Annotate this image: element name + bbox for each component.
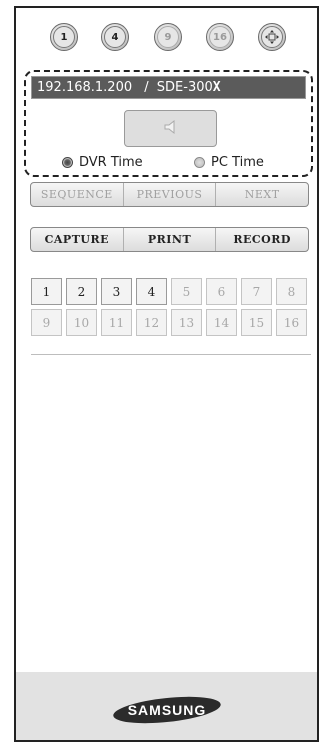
separator: / bbox=[144, 80, 149, 95]
layout-4-label: 4 bbox=[104, 26, 126, 48]
samsung-logo: SAMSUNG bbox=[113, 696, 221, 724]
model-suffix: X bbox=[212, 80, 221, 95]
next-button[interactable]: NEXT bbox=[215, 183, 308, 206]
dvr-time-radio[interactable]: DVR Time bbox=[62, 155, 143, 170]
channel-button[interactable]: 6 bbox=[206, 278, 237, 305]
channel-button[interactable]: 5 bbox=[171, 278, 202, 305]
pc-time-radio-dot bbox=[194, 157, 205, 168]
previous-button[interactable]: PREVIOUS bbox=[122, 183, 216, 206]
channel-button[interactable]: 16 bbox=[276, 309, 307, 336]
action-bar: CAPTURE PRINT RECORD bbox=[30, 227, 309, 252]
record-button[interactable]: RECORD bbox=[215, 228, 308, 251]
layout-9-button[interactable]: 9 bbox=[154, 23, 182, 51]
ip-address: 192.168.1.200 bbox=[37, 80, 133, 95]
brand-text: SAMSUNG bbox=[128, 702, 207, 718]
layout-4-button[interactable]: 4 bbox=[101, 23, 129, 51]
model-name: SDE-300 bbox=[156, 80, 213, 95]
channel-button[interactable]: 3 bbox=[101, 278, 132, 305]
layout-16-label: 16 bbox=[209, 26, 231, 48]
playback-bar: SEQUENCE PREVIOUS NEXT bbox=[30, 182, 309, 207]
pc-time-label: PC Time bbox=[211, 155, 264, 170]
print-button[interactable]: PRINT bbox=[122, 228, 216, 251]
fullscreen-arrows-icon bbox=[261, 26, 283, 48]
dvr-time-label: DVR Time bbox=[79, 155, 143, 170]
layout-1-label: 1 bbox=[53, 26, 75, 48]
channel-button[interactable]: 11 bbox=[101, 309, 132, 336]
dvr-time-radio-dot bbox=[62, 157, 73, 168]
channel-button[interactable]: 4 bbox=[136, 278, 167, 305]
channel-button[interactable]: 15 bbox=[241, 309, 272, 336]
connection-info: 192.168.1.200 / SDE-300X bbox=[31, 76, 306, 99]
sequence-button[interactable]: SEQUENCE bbox=[31, 183, 123, 206]
layout-16-button[interactable]: 16 bbox=[206, 23, 234, 51]
channel-button[interactable]: 14 bbox=[206, 309, 237, 336]
channel-button[interactable]: 7 bbox=[241, 278, 272, 305]
channel-button[interactable]: 9 bbox=[31, 309, 62, 336]
fullscreen-button[interactable] bbox=[258, 23, 286, 51]
audio-button[interactable] bbox=[124, 110, 217, 147]
channel-button[interactable]: 12 bbox=[136, 309, 167, 336]
divider bbox=[31, 354, 311, 355]
channel-button[interactable]: 8 bbox=[276, 278, 307, 305]
layout-9-label: 9 bbox=[157, 26, 179, 48]
channel-button[interactable]: 10 bbox=[66, 309, 97, 336]
channel-button[interactable]: 13 bbox=[171, 309, 202, 336]
capture-button[interactable]: CAPTURE bbox=[31, 228, 123, 251]
layout-1-button[interactable]: 1 bbox=[50, 23, 78, 51]
channel-button[interactable]: 1 bbox=[31, 278, 62, 305]
pc-time-radio[interactable]: PC Time bbox=[194, 155, 264, 170]
channel-grid: 1 2 3 4 5 6 7 8 9 10 11 12 13 14 15 16 bbox=[31, 278, 311, 336]
channel-button[interactable]: 2 bbox=[66, 278, 97, 305]
speaker-icon bbox=[162, 118, 180, 140]
